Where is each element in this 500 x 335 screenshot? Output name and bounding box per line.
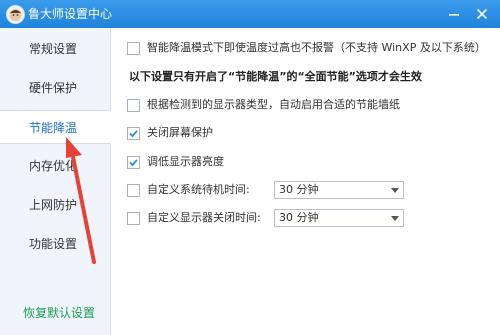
title-bar: 鲁大师设置中心 xyxy=(0,0,500,28)
standby-time-select[interactable]: 30 分钟 xyxy=(274,181,404,199)
smart-cooling-checkbox[interactable] xyxy=(127,41,140,55)
close-icon[interactable] xyxy=(472,4,492,24)
disable-screensaver-row[interactable]: 关闭屏幕保护 xyxy=(127,125,213,141)
sidebar-item-feature-settings[interactable]: 功能设置 xyxy=(0,227,110,261)
smart-cooling-row[interactable]: 智能降温模式下即使温度过高也不报警（不支持 WinXP 及以下系统） xyxy=(127,40,486,56)
custom-monitor-off-row[interactable]: 自定义显示器关闭时间: xyxy=(127,210,261,226)
auto-wallpaper-label: 根据检测到的显示器类型，自动启用合适的节能墙纸 xyxy=(147,98,400,111)
custom-standby-row[interactable]: 自定义系统待机时间: xyxy=(127,182,250,198)
lower-brightness-checkbox[interactable] xyxy=(127,155,140,169)
sidebar-item-memory-optimize[interactable]: 内存优化 xyxy=(0,149,110,183)
app-logo-icon xyxy=(6,5,25,24)
sidebar-item-energy-cooling[interactable]: 节能降温 xyxy=(0,110,111,144)
checkmark-icon xyxy=(129,158,138,166)
section-note: 以下设置只有开启了“节能降温”的“全面节能”选项才会生效 xyxy=(129,70,422,83)
sidebar-item-hardware-protection[interactable]: 硬件保护 xyxy=(0,71,110,105)
custom-standby-checkbox[interactable] xyxy=(127,183,140,197)
sidebar-item-web-protection[interactable]: 上网防护 xyxy=(0,188,110,222)
dropdown-arrow-icon xyxy=(391,188,399,193)
custom-monitor-off-checkbox[interactable] xyxy=(127,211,140,225)
smart-cooling-label: 智能降温模式下即使温度过高也不报警（不支持 WinXP 及以下系统） xyxy=(147,41,486,54)
checkmark-icon xyxy=(129,129,138,137)
lower-brightness-label: 调低显示器亮度 xyxy=(147,155,224,168)
monitor-off-time-select[interactable]: 30 分钟 xyxy=(274,209,404,227)
auto-wallpaper-row[interactable]: 根据检测到的显示器类型，自动启用合适的节能墙纸 xyxy=(127,97,400,113)
disable-screensaver-checkbox[interactable] xyxy=(127,126,140,140)
sidebar-item-general[interactable]: 常规设置 xyxy=(0,32,110,66)
restore-defaults-link[interactable]: 恢复默认设置 xyxy=(23,304,95,321)
settings-panel: 智能降温模式下即使温度过高也不报警（不支持 WinXP 及以下系统） 以下设置只… xyxy=(111,28,500,335)
dropdown-arrow-icon xyxy=(391,216,399,221)
window-title: 鲁大师设置中心 xyxy=(28,7,113,21)
custom-standby-label: 自定义系统待机时间: xyxy=(147,183,250,196)
standby-time-value: 30 分钟 xyxy=(279,183,319,196)
custom-monitor-off-label: 自定义显示器关闭时间: xyxy=(147,211,261,224)
minimize-icon[interactable] xyxy=(444,4,464,24)
auto-wallpaper-checkbox[interactable] xyxy=(127,98,140,112)
lower-brightness-row[interactable]: 调低显示器亮度 xyxy=(127,154,224,170)
monitor-off-time-value: 30 分钟 xyxy=(279,211,319,224)
disable-screensaver-label: 关闭屏幕保护 xyxy=(147,126,213,139)
sidebar: 常规设置 硬件保护 节能降温 内存优化 上网防护 功能设置 恢复默认设置 xyxy=(0,28,111,335)
